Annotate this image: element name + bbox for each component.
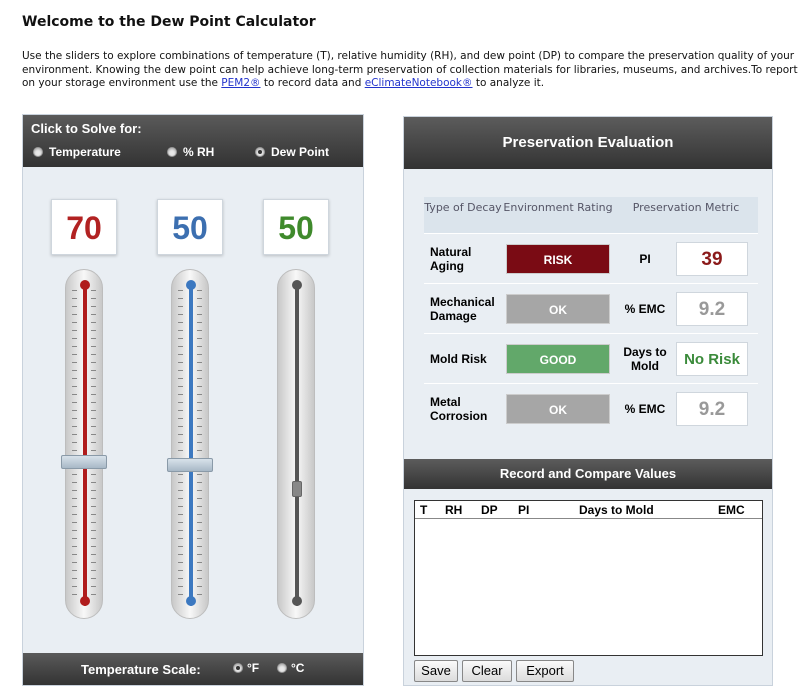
- table-row: Mechanical Damage OK % EMC 9.2: [424, 283, 758, 333]
- fahrenheit-label: °F: [247, 661, 260, 675]
- celsius-label: °C: [291, 661, 305, 675]
- slider-track-fill: [83, 284, 87, 606]
- dew-point-slider-handle[interactable]: [292, 481, 302, 497]
- metric-label: % EMC: [624, 301, 666, 316]
- slider-ticks: [178, 290, 183, 602]
- table-row: Mold Risk GOOD Days to Mold No Risk: [424, 333, 758, 383]
- decay-type: Mechanical Damage: [430, 294, 495, 323]
- slider-cap: [292, 596, 302, 606]
- export-button[interactable]: Export: [516, 660, 574, 682]
- record-list[interactable]: T RH DP PI Days to Mold EMC: [414, 500, 763, 656]
- intro-text-end: to analyze it.: [472, 77, 545, 89]
- slider-track-fill: [295, 284, 299, 606]
- slider-cap: [80, 596, 90, 606]
- intro-text: Use the sliders to explore combinations …: [22, 50, 802, 91]
- column-rh: RH: [445, 503, 463, 517]
- slider-cap: [80, 280, 90, 290]
- solve-rh-label: % RH: [183, 145, 215, 159]
- rh-value: 50: [157, 199, 223, 255]
- evaluation-table-header: Type of Decay Environment Rating Preserv…: [424, 197, 758, 233]
- radio-icon: [167, 147, 177, 157]
- temperature-value: 70: [51, 199, 117, 255]
- radio-icon: [277, 663, 287, 673]
- slider-track-fill: [189, 284, 193, 606]
- metric-label: PI: [639, 251, 651, 266]
- metric-label: Days to Mold: [623, 344, 667, 373]
- column-pi: PI: [518, 503, 530, 517]
- column-dp: DP: [481, 503, 498, 517]
- radio-icon: [33, 147, 43, 157]
- slider-panel: Click to Solve for: Temperature % RH Dew…: [22, 114, 364, 686]
- save-button[interactable]: Save: [414, 660, 458, 682]
- dew-point-slider[interactable]: [277, 269, 315, 619]
- solve-for-title: Click to Solve for:: [31, 121, 142, 136]
- rating-badge: RISK: [506, 243, 610, 274]
- solve-dewpoint-label: Dew Point: [271, 145, 330, 159]
- metric-value: 9.2: [676, 391, 748, 426]
- temperature-slider-handle[interactable]: [61, 455, 107, 469]
- solve-rh-radio[interactable]: % RH: [167, 145, 214, 159]
- slider-ticks: [91, 290, 96, 602]
- solve-temperature-label: Temperature: [49, 145, 121, 159]
- metric-value: 39: [676, 241, 748, 276]
- evaluation-table: Type of Decay Environment Rating Preserv…: [424, 197, 758, 433]
- rating-badge: OK: [506, 293, 610, 324]
- table-row: Metal Corrosion OK % EMC 9.2: [424, 383, 758, 433]
- evaluation-panel: Preservation Evaluation Type of Decay En…: [403, 116, 773, 686]
- dew-point-value: 50: [263, 199, 329, 255]
- page-title: Welcome to the Dew Point Calculator: [22, 14, 316, 30]
- table-row: Natural Aging RISK PI 39: [424, 233, 758, 283]
- slider-cap: [186, 596, 196, 606]
- column-emc: EMC: [718, 503, 745, 517]
- metric-label: % EMC: [624, 401, 666, 416]
- slider-ticks: [197, 290, 202, 602]
- solve-dewpoint-radio[interactable]: Dew Point: [255, 145, 329, 159]
- rating-badge: OK: [506, 393, 610, 424]
- rh-slider-handle[interactable]: [167, 458, 213, 472]
- rating-badge: GOOD: [506, 343, 610, 374]
- temperature-scale-bar: Temperature Scale: °F °C: [23, 653, 363, 685]
- header-metric: Preservation Metric: [632, 201, 740, 214]
- celsius-radio[interactable]: °C: [277, 661, 304, 675]
- eclimatenotebook-link[interactable]: eClimateNotebook®: [365, 77, 473, 89]
- column-days-to-mold: Days to Mold: [579, 503, 654, 517]
- header-rating: Environment Rating: [503, 201, 613, 214]
- radio-selected-icon: [255, 147, 265, 157]
- metric-value: No Risk: [676, 341, 748, 376]
- evaluation-title: Preservation Evaluation: [404, 117, 772, 169]
- solve-temperature-radio[interactable]: Temperature: [33, 145, 121, 159]
- clear-button[interactable]: Clear: [462, 660, 512, 682]
- decay-type: Mold Risk: [430, 351, 487, 366]
- record-list-header: T RH DP PI Days to Mold EMC: [415, 501, 762, 519]
- column-t: T: [420, 503, 428, 517]
- fahrenheit-radio[interactable]: °F: [233, 661, 259, 675]
- slider-ticks: [72, 290, 77, 602]
- radio-selected-icon: [233, 663, 243, 673]
- intro-text-mid: to record data and: [260, 77, 365, 89]
- record-compare-title: Record and Compare Values: [404, 459, 772, 489]
- decay-type: Metal Corrosion: [430, 394, 488, 423]
- slider-cap: [186, 280, 196, 290]
- pem2-link[interactable]: PEM2®: [221, 77, 260, 89]
- header-type: Type of Decay: [424, 201, 502, 214]
- decay-type: Natural Aging: [430, 244, 472, 273]
- solve-for-bar: Click to Solve for: Temperature % RH Dew…: [23, 115, 363, 167]
- slider-cap: [292, 280, 302, 290]
- temperature-slider[interactable]: [61, 269, 107, 619]
- rh-slider[interactable]: [167, 269, 213, 619]
- temperature-scale-label: Temperature Scale:: [81, 662, 201, 677]
- metric-value: 9.2: [676, 291, 748, 326]
